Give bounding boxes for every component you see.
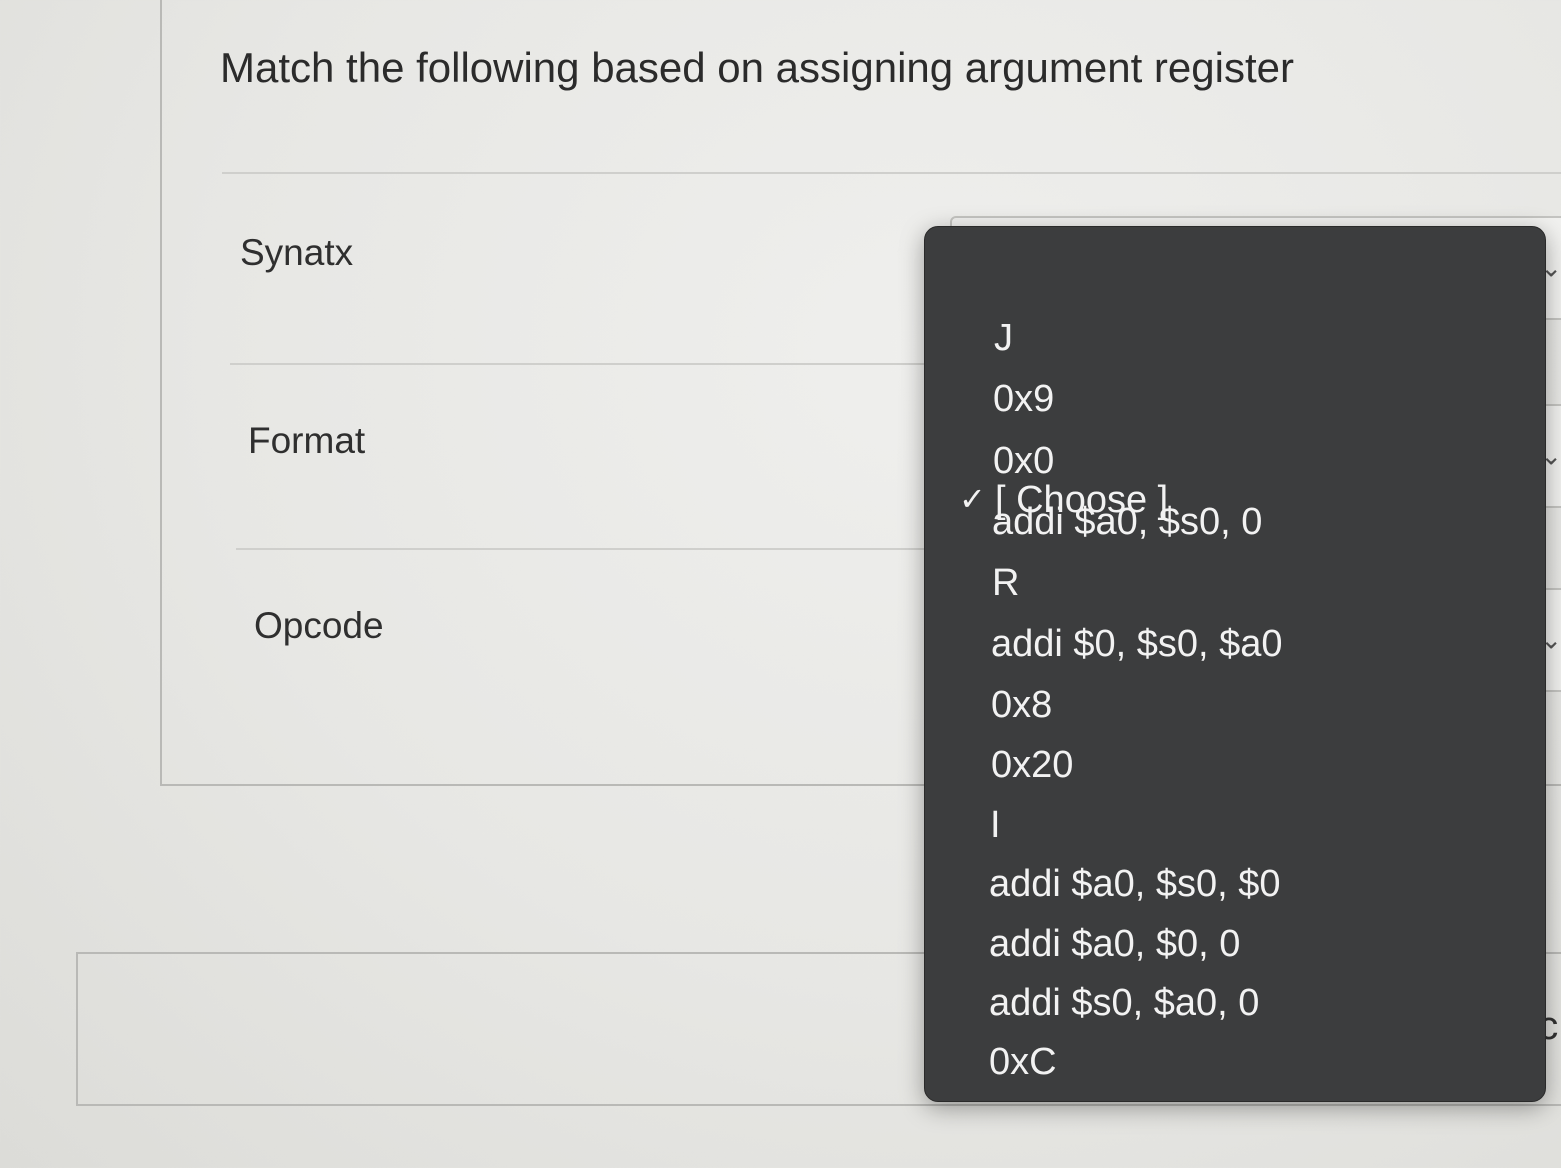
dropdown-option[interactable]: R: [992, 564, 1019, 602]
check-icon: ✓: [959, 481, 986, 517]
dropdown-option[interactable]: addi $0, $s0, $a0: [991, 625, 1283, 663]
dropdown-option[interactable]: 0xC: [989, 1043, 1057, 1081]
dropdown-option[interactable]: addi $s0, $a0, 0: [989, 984, 1259, 1022]
question-title: Match the following based on assigning a…: [220, 44, 1294, 91]
dropdown-option[interactable]: 0x9: [993, 380, 1054, 418]
dropdown-option[interactable]: 0x0: [993, 442, 1054, 480]
row-label-format: Format: [248, 420, 366, 461]
row-divider: [230, 363, 930, 365]
row-divider: [222, 172, 1561, 174]
dropdown-option[interactable]: J: [994, 319, 1013, 357]
dropdown-option[interactable]: 0x20: [991, 746, 1073, 784]
row-divider: [236, 548, 926, 550]
row-label-syntax: Synatx: [240, 232, 354, 273]
dropdown-option[interactable]: I: [990, 806, 1001, 844]
dropdown-option[interactable]: addi $a0, $s0, $0: [989, 865, 1281, 903]
dropdown-option[interactable]: 0x8: [991, 686, 1052, 724]
dropdown-option[interactable]: addi $a0, $s0, 0: [992, 503, 1262, 541]
row-label-opcode: Opcode: [254, 605, 384, 646]
dropdown-option[interactable]: addi $a0, $0, 0: [989, 925, 1240, 963]
